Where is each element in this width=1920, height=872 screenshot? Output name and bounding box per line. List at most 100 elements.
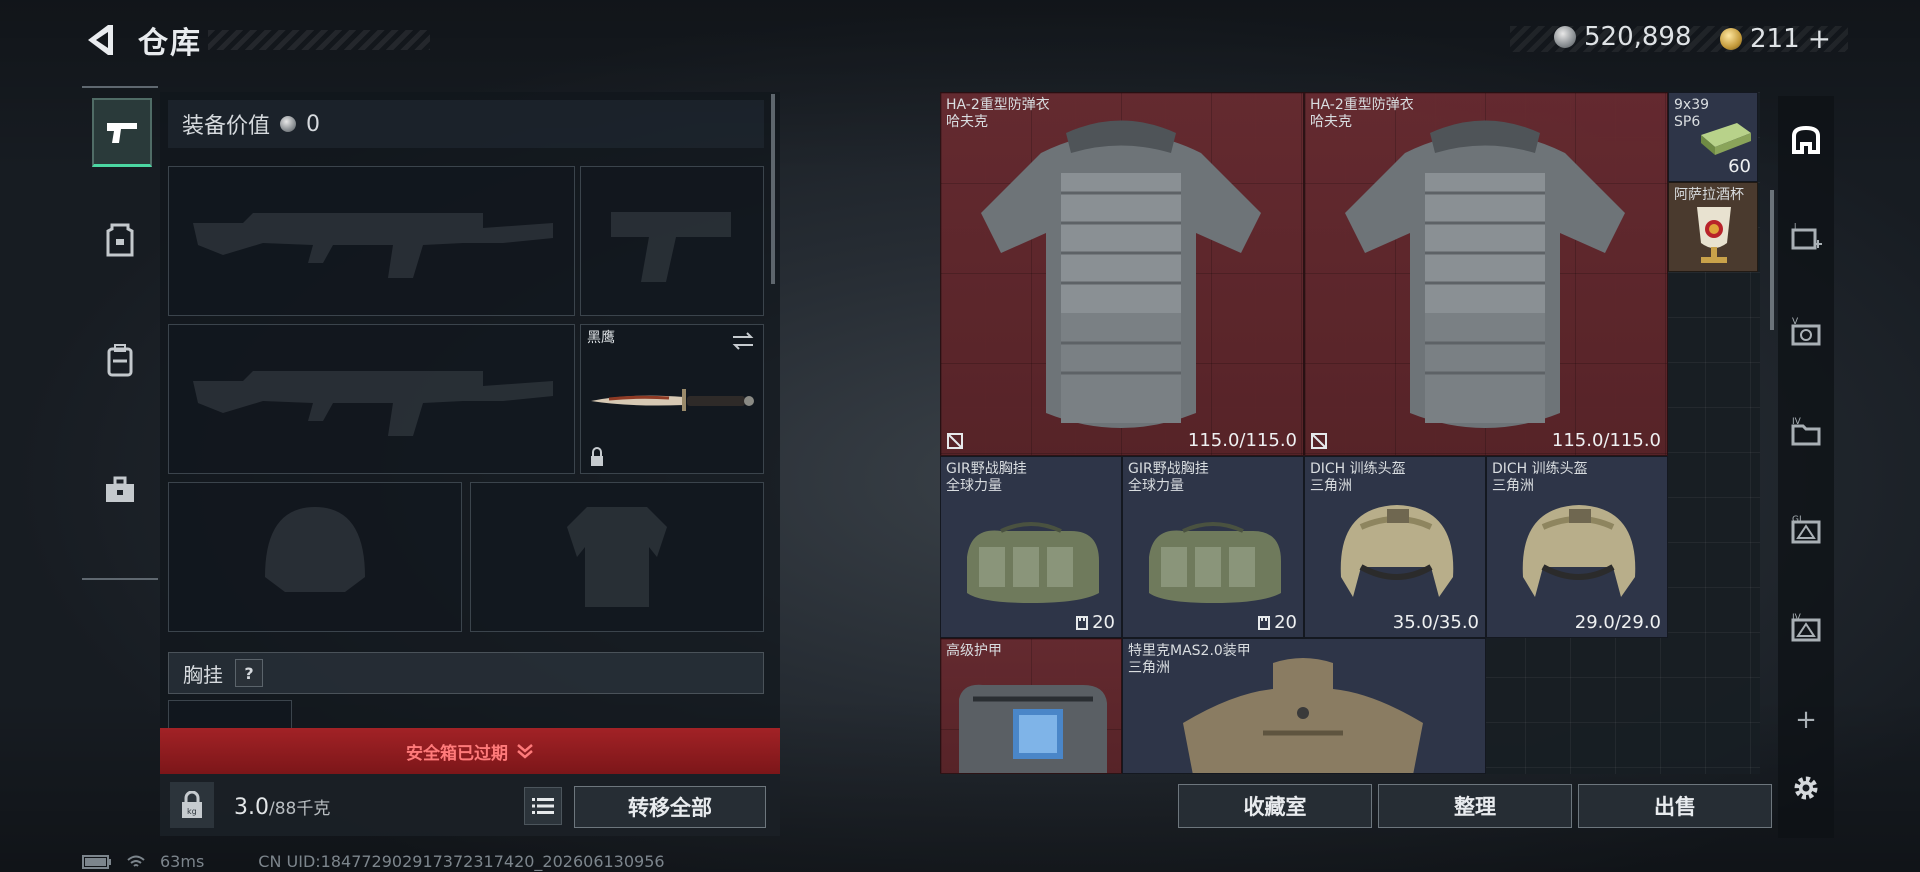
chest-rig-slot[interactable] [168,700,292,728]
broken-durability-icon [947,433,963,449]
add-gold-button[interactable]: + [1808,22,1831,55]
helmet-slot[interactable] [168,482,462,632]
ammo-box-icon [1701,123,1751,155]
stash-page-tabs: I V IV GI IV + [1778,96,1834,838]
toolbox-tab[interactable] [92,458,148,522]
stash-item[interactable]: 特里克MAS2.0装甲 三角洲 [1122,638,1486,774]
sell-button[interactable]: 出售 [1578,784,1772,828]
stash-item[interactable]: HA-2重型防弹衣 哈夫克 115.0/115.0 [940,92,1304,456]
chest-rig-label: 胸挂 [183,662,223,687]
item-count: 20 [1274,612,1297,633]
list-view-button[interactable] [524,787,562,825]
pistol-slot[interactable] [580,166,764,316]
item-durability: 115.0/115.0 [1551,430,1661,451]
weight-current: 3.0 [234,795,269,820]
capacity-icon [1258,615,1271,630]
heavy-armor-vest-icon [1345,120,1625,428]
gold-amount: 211 [1750,23,1800,54]
backpack-icon [107,344,133,377]
armor-tab[interactable] [92,208,148,272]
item-title: 阿萨拉酒杯 [1674,187,1744,203]
stash-item[interactable]: GIR野战胸挂 全球力量 20 [1122,456,1304,638]
melee-name: 黑鹰 [587,330,615,346]
knife-icon [591,389,754,411]
warning-text: 安全箱已过期 [406,743,508,764]
stash-item[interactable]: 高级护甲 [940,638,1122,774]
title-decoration [208,30,430,50]
secondary-weapon-slot[interactable] [168,324,575,474]
transfer-all-button[interactable]: 转移全部 [574,786,766,828]
broken-durability-icon [1311,433,1327,449]
primary-weapon-slot[interactable] [168,166,575,316]
armor-plate-bag-icon [959,684,1107,773]
stash-tab-gi[interactable]: GI [1786,510,1826,550]
stash-tab-v[interactable]: V [1786,312,1826,352]
silver-coin-icon [280,116,297,132]
gold-currency[interactable]: 211 + [1720,22,1831,55]
silver-amount: 520,898 [1584,22,1692,52]
melee-slot[interactable]: 黑鹰 [580,324,764,474]
silver-currency: 520,898 [1554,22,1692,52]
medkit-stash-icon: I [1791,222,1822,250]
help-button[interactable]: ? [235,659,263,687]
lock-button[interactable]: kg [170,782,214,828]
stash-scrollbar[interactable] [1770,190,1774,330]
item-durability: 35.0/35.0 [1392,612,1479,633]
item-name: DICH 训练头盔 三角洲 [1492,461,1588,495]
double-chevron-down-icon [517,744,533,759]
lock-icon [591,447,603,466]
main-stash-tab[interactable] [1786,120,1826,160]
folder-stash-icon: IV [1791,417,1821,446]
carry-weight: 3.0/88千克 [234,794,330,820]
secure-container-expired-banner[interactable]: 安全箱已过期 [160,728,780,774]
battery-icon [82,854,111,869]
stash-tab-iv[interactable]: IV [1786,412,1826,452]
item-title: GIR野战胸挂 [946,461,1027,477]
item-title: HA-2重型防弹衣 [946,97,1050,113]
item-subtitle: 三角洲 [1310,478,1352,494]
armor-slot[interactable] [470,482,764,632]
camera-stash-icon: V [1791,317,1821,346]
item-subtitle: 全球力量 [946,478,1002,494]
item-name: 阿萨拉酒杯 [1674,187,1744,204]
gold-coin-icon [1720,27,1742,50]
loadout-scrollbar[interactable] [771,94,775,284]
triangle-stash-icon: GI [1791,515,1821,544]
list-icon [532,798,554,814]
heavy-armor-vest-icon [981,120,1261,428]
item-subtitle: 三角洲 [1492,478,1534,494]
item-capacity: 20 [1257,612,1297,633]
sort-button[interactable]: 整理 [1378,784,1572,828]
stash-item[interactable]: GIR野战胸挂 全球力量 20 [940,456,1122,638]
collection-room-button[interactable]: 收藏室 [1178,784,1372,828]
back-arrow-icon[interactable] [82,22,116,58]
item-count: 20 [1092,612,1115,633]
stash-tab-add[interactable]: I [1786,218,1826,258]
stash-item[interactable]: HA-2重型防弹衣 哈夫克 115.0/115.0 [1304,92,1668,456]
chest-rig-header[interactable]: 胸挂 ? [168,652,764,694]
backpack-tab[interactable] [92,328,148,392]
ping-text: 63ms [160,852,205,871]
item-name: DICH 训练头盔 三角洲 [1310,461,1406,495]
wifi-icon [127,855,145,867]
capacity-icon [1076,615,1089,630]
stash-item[interactable]: 阿萨拉酒杯 [1668,182,1758,272]
equipment-value-row: 装备价值 0 [168,100,764,148]
svg-text:kg: kg [187,807,197,816]
toolbox-icon [106,476,134,502]
stash-item[interactable]: 9x39 SP6 60 [1668,92,1758,182]
swap-icon[interactable] [731,331,755,351]
item-durability: 29.0/29.0 [1574,612,1661,633]
rifle-silhouette-icon [193,213,553,278]
settings-button[interactable] [1786,768,1826,808]
stash-tab-iv-2[interactable]: IV [1786,608,1826,648]
stash-item[interactable]: DICH 训练头盔 三角洲 29.0/29.0 [1486,456,1668,638]
weight-lock-icon: kg [182,791,202,818]
item-name: 高级护甲 [946,643,1002,660]
weapon-tab[interactable] [92,98,152,167]
stash-item[interactable]: DICH 训练头盔 三角洲 35.0/35.0 [1304,456,1486,638]
svg-text:V: V [1792,317,1799,327]
helmet-icon [1522,505,1636,597]
add-stash-page-button[interactable]: + [1786,700,1826,740]
vest-silhouette-icon [567,507,667,607]
